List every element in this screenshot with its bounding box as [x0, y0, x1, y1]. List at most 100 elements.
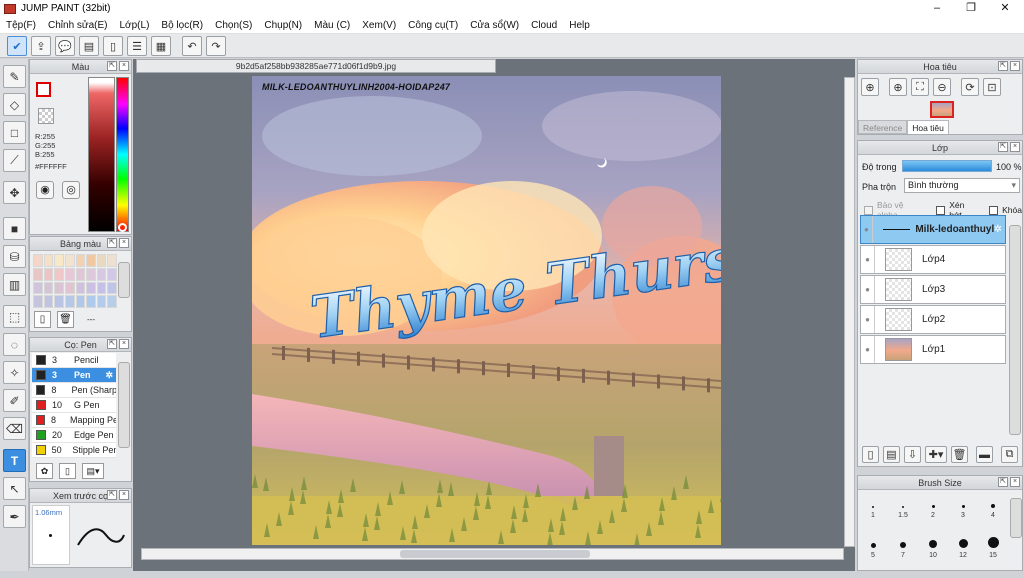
- palette-swatch[interactable]: [54, 254, 64, 267]
- brush-page-icon[interactable]: ▯: [59, 463, 76, 479]
- navigator-thumbnail[interactable]: [930, 101, 954, 118]
- menu-file[interactable]: Tệp(F): [0, 20, 42, 31]
- menu-edit[interactable]: Chỉnh sửa(E): [42, 20, 114, 31]
- eyedropper-tool-icon[interactable]: ✒: [3, 505, 26, 528]
- palette-swatch[interactable]: [64, 254, 75, 267]
- line-tool-icon[interactable]: ⟋: [3, 149, 26, 172]
- magic-wand-tool-icon[interactable]: ✧: [3, 361, 26, 384]
- message-icon[interactable]: ▤: [79, 36, 99, 56]
- palette-swatch[interactable]: [96, 281, 107, 295]
- trash-icon[interactable]: 🗑: [57, 311, 74, 328]
- palette-swatch[interactable]: [43, 281, 54, 295]
- visibility-icon[interactable]: ●: [861, 216, 873, 243]
- palette-icon[interactable]: ◉: [36, 181, 54, 199]
- check-icon[interactable]: ✔: [7, 36, 27, 56]
- layer-row[interactable]: ● Milk-ledoanthuylinh✲: [860, 215, 1006, 244]
- close-icon[interactable]: ×: [119, 490, 129, 500]
- palette-swatch[interactable]: [43, 267, 54, 281]
- palette-scrollbar[interactable]: [118, 262, 130, 298]
- palette-swatch[interactable]: [54, 267, 64, 281]
- palette-swatch[interactable]: [75, 267, 86, 281]
- palette-swatch[interactable]: [107, 254, 117, 267]
- palette-swatch[interactable]: [33, 254, 43, 267]
- brush-size-option[interactable]: 2: [921, 500, 945, 519]
- brush-item[interactable]: 8 Pen (Sharp): [32, 383, 116, 398]
- layer-row[interactable]: ● Lớp1: [860, 335, 1006, 364]
- palette-swatch[interactable]: [96, 295, 107, 308]
- palette-swatch[interactable]: [86, 281, 96, 295]
- tab-navigator[interactable]: Hoa tiêu: [907, 120, 949, 134]
- visibility-icon[interactable]: ●: [861, 336, 875, 363]
- palette-swatch[interactable]: [33, 267, 43, 281]
- scrollbar-thumb[interactable]: [400, 550, 590, 558]
- operation-tool-icon[interactable]: ↖: [3, 477, 26, 500]
- new-layer-icon[interactable]: ▯: [862, 446, 879, 463]
- float-icon[interactable]: ⇱: [998, 61, 1008, 71]
- palette-swatch[interactable]: [96, 254, 107, 267]
- reset-view-icon[interactable]: ⊡: [983, 78, 1001, 96]
- palette-swatch[interactable]: [33, 295, 43, 308]
- zoom-in-icon[interactable]: ⊕: [889, 78, 907, 96]
- brush-size-option[interactable]: 15: [981, 536, 1005, 559]
- saturation-value-field[interactable]: [88, 77, 115, 232]
- float-icon[interactable]: ⇱: [107, 238, 117, 248]
- hue-slider[interactable]: [116, 77, 129, 232]
- tab-reference[interactable]: Reference: [858, 120, 908, 134]
- list-icon[interactable]: ☰: [127, 36, 147, 56]
- opacity-slider[interactable]: [902, 160, 992, 172]
- rotate-icon[interactable]: ⟳: [961, 78, 979, 96]
- menu-layer[interactable]: Lớp(L): [114, 20, 156, 31]
- close-icon[interactable]: ×: [1010, 61, 1020, 71]
- brush-add-icon[interactable]: ✿: [36, 463, 53, 479]
- horizontal-scrollbar[interactable]: [141, 548, 844, 560]
- gradient-tool-icon[interactable]: ▥: [3, 273, 26, 296]
- palette-swatch[interactable]: [64, 267, 75, 281]
- color-picker-icon[interactable]: ◎: [62, 181, 80, 199]
- document-tab[interactable]: 9b2d5af258bb938285ae771d06f1d9b9.jpg: [136, 59, 496, 73]
- brush-item[interactable]: 50 Stipple Pen: [32, 443, 116, 458]
- merge-layer-icon[interactable]: ⇩: [904, 446, 921, 463]
- layer-row[interactable]: ● Lớp4: [860, 245, 1006, 274]
- fill-shape-tool-icon[interactable]: ■: [3, 217, 26, 240]
- layer-row[interactable]: ● Lớp3: [860, 275, 1006, 304]
- brush-size-option[interactable]: 7: [891, 536, 915, 559]
- brush-item[interactable]: 3 Pencil: [32, 353, 116, 368]
- brush-list-scrollbar[interactable]: [118, 362, 130, 448]
- new-page-icon[interactable]: ▯: [34, 311, 51, 328]
- menu-color[interactable]: Màu (C): [308, 20, 356, 31]
- menu-filter[interactable]: Bộ lọc(R): [155, 20, 209, 31]
- palette-swatch[interactable]: [107, 267, 117, 281]
- brush-item[interactable]: 3 Pen ✲: [32, 368, 116, 383]
- copy-layer-icon[interactable]: ▤: [883, 446, 900, 463]
- lasso-tool-icon[interactable]: ◌: [3, 333, 26, 356]
- menu-select[interactable]: Chọn(S): [209, 20, 258, 31]
- delete-layer-icon[interactable]: 🗑: [951, 446, 968, 463]
- palette-swatch[interactable]: [64, 281, 75, 295]
- brush-size-option[interactable]: 1: [861, 500, 885, 519]
- menu-view[interactable]: Xem(V): [356, 20, 402, 31]
- add-layer-menu-icon[interactable]: ✚▾: [925, 446, 947, 463]
- brush-tool-icon[interactable]: ✎: [3, 65, 26, 88]
- minimize-button[interactable]: –: [920, 0, 954, 17]
- visibility-icon[interactable]: ●: [861, 306, 875, 333]
- float-icon[interactable]: ⇱: [998, 477, 1008, 487]
- layer-list-scrollbar[interactable]: [1009, 225, 1021, 435]
- bucket-tool-icon[interactable]: ⛁: [3, 245, 26, 268]
- float-icon[interactable]: ⇱: [107, 490, 117, 500]
- close-icon[interactable]: ×: [119, 238, 129, 248]
- brush-menu-icon[interactable]: ▤▾: [82, 463, 104, 479]
- redo-icon[interactable]: ↷: [206, 36, 226, 56]
- float-icon[interactable]: ⇱: [107, 339, 117, 349]
- grid-settings-icon[interactable]: ▦: [151, 36, 171, 56]
- brush-size-option[interactable]: 5: [861, 536, 885, 559]
- palette-swatch[interactable]: [75, 254, 86, 267]
- brush-size-option[interactable]: 3: [951, 500, 975, 519]
- transparent-color-swatch[interactable]: [38, 108, 54, 124]
- brush-size-option[interactable]: 4: [981, 500, 1005, 519]
- brush-size-option[interactable]: 10: [921, 536, 945, 559]
- visibility-icon[interactable]: ●: [861, 246, 875, 273]
- float-icon[interactable]: ⇱: [107, 61, 117, 71]
- palette-swatch[interactable]: [64, 295, 75, 308]
- fit-screen-icon[interactable]: ⛶: [911, 78, 929, 96]
- menu-capture[interactable]: Chụp(N): [258, 20, 308, 31]
